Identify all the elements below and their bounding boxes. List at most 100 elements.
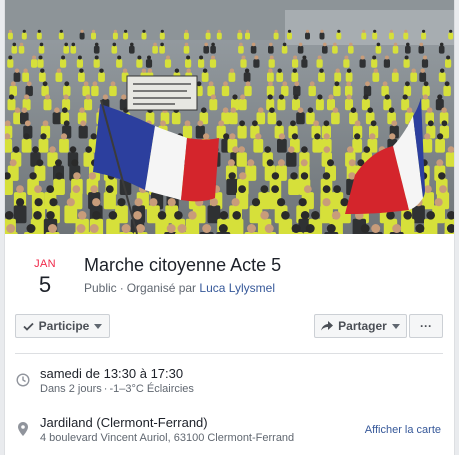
crowd-head	[160, 120, 166, 127]
crowd-head	[10, 81, 16, 87]
crowd-person	[93, 59, 100, 68]
crowd-person	[359, 59, 366, 68]
crowd-person	[250, 45, 257, 54]
crowd-person	[319, 32, 325, 40]
more-options-label: ···	[420, 319, 432, 333]
crowd-head	[34, 198, 43, 207]
crowd-head	[26, 224, 36, 233]
crowd-person	[164, 59, 172, 68]
crowd-person	[129, 45, 135, 54]
host-link[interactable]: Luca Lylysmel	[199, 281, 275, 295]
crowd-person	[38, 45, 45, 54]
crowd-head	[39, 42, 44, 47]
crowd-head	[267, 94, 273, 100]
event-cover-photo[interactable]	[5, 0, 454, 234]
crowd-person	[141, 32, 147, 40]
crowd-head	[232, 211, 241, 220]
crowd-head	[8, 55, 13, 60]
crowd-head	[8, 94, 15, 100]
crowd-head	[317, 94, 323, 100]
crowd-head	[66, 198, 75, 207]
crowd-head	[266, 159, 274, 167]
crowd-head	[260, 185, 269, 194]
crowd-person	[13, 72, 21, 82]
crowd-head	[188, 211, 197, 220]
crowd-person	[185, 218, 200, 234]
crowd-person	[267, 72, 274, 82]
crowd-head	[90, 185, 99, 194]
crowd-head	[363, 94, 369, 100]
crowd-head	[227, 159, 235, 167]
crowd-head	[72, 185, 81, 194]
crowd-head	[202, 68, 208, 73]
crowd-head	[439, 185, 447, 194]
crowd-person	[403, 59, 410, 68]
crowd-person	[230, 218, 244, 234]
crowd-person	[287, 32, 292, 40]
crowd-head	[419, 42, 424, 47]
crowd-head	[335, 68, 340, 73]
crowd-head	[373, 29, 377, 33]
crowd-head	[113, 29, 117, 33]
crowd-head	[186, 55, 191, 60]
crowd-head	[426, 107, 433, 113]
crowd-head	[269, 55, 274, 60]
crowd-person	[116, 59, 123, 68]
crowd-head	[317, 55, 322, 60]
crowd-person	[278, 218, 293, 234]
going-button[interactable]: Participe	[15, 314, 110, 338]
share-button[interactable]: Partager	[314, 314, 407, 338]
crowd-person	[229, 112, 238, 125]
place-name[interactable]: Jardiland (Clermont-Ferrand)	[40, 415, 208, 430]
crowd-head	[199, 55, 204, 60]
crowd-head	[323, 146, 331, 153]
crowd-head	[24, 120, 31, 127]
crowd-person	[152, 45, 158, 54]
crowd-head	[323, 133, 330, 140]
crowd-head	[73, 172, 81, 180]
event-time[interactable]: samedi de 13:30 à 17:30	[40, 366, 183, 381]
crowd-person	[392, 45, 399, 54]
crowd-person	[240, 59, 247, 68]
crowd-head	[326, 224, 336, 233]
caret-down-icon	[391, 323, 400, 329]
crowd-head	[254, 55, 259, 60]
event-title[interactable]: Marche citoyenne Acte 5	[84, 255, 281, 276]
crowd-head	[24, 94, 30, 100]
crowd-person	[305, 32, 310, 40]
crowd-head	[369, 133, 376, 140]
crowd-person	[345, 72, 353, 82]
crowd-head	[333, 185, 341, 194]
crowd-person	[334, 72, 342, 82]
crowd-head	[297, 107, 304, 113]
show-map-link[interactable]: Afficher la carte	[365, 424, 441, 436]
crowd-person	[155, 218, 169, 234]
crowd-person	[277, 99, 286, 111]
crowd-person	[348, 45, 354, 54]
crowd-head	[347, 146, 354, 153]
crowd-head	[63, 94, 69, 100]
more-options-button[interactable]: ···	[409, 314, 443, 338]
clock-icon	[16, 373, 30, 387]
crowd-person	[59, 138, 69, 153]
crowd-head	[202, 224, 212, 233]
crowd-head	[277, 159, 285, 167]
crowd-person	[5, 178, 13, 195]
crowd-head	[389, 133, 396, 140]
check-icon	[23, 322, 34, 331]
crowd-head	[241, 55, 246, 60]
crowd-head	[238, 185, 247, 194]
crowd-person	[236, 152, 247, 167]
crowd-head	[223, 81, 228, 87]
crowd-head	[22, 29, 26, 33]
crowd-head	[393, 68, 398, 73]
crowd-person	[245, 32, 250, 40]
crowd-head	[124, 29, 128, 33]
crowd-person	[243, 72, 251, 82]
crowd-person	[43, 99, 52, 111]
crowd-person	[123, 32, 129, 40]
crowd-head	[40, 133, 47, 140]
crowd-head	[281, 211, 290, 220]
crowd-person	[237, 125, 247, 139]
crowd-person	[109, 85, 117, 97]
